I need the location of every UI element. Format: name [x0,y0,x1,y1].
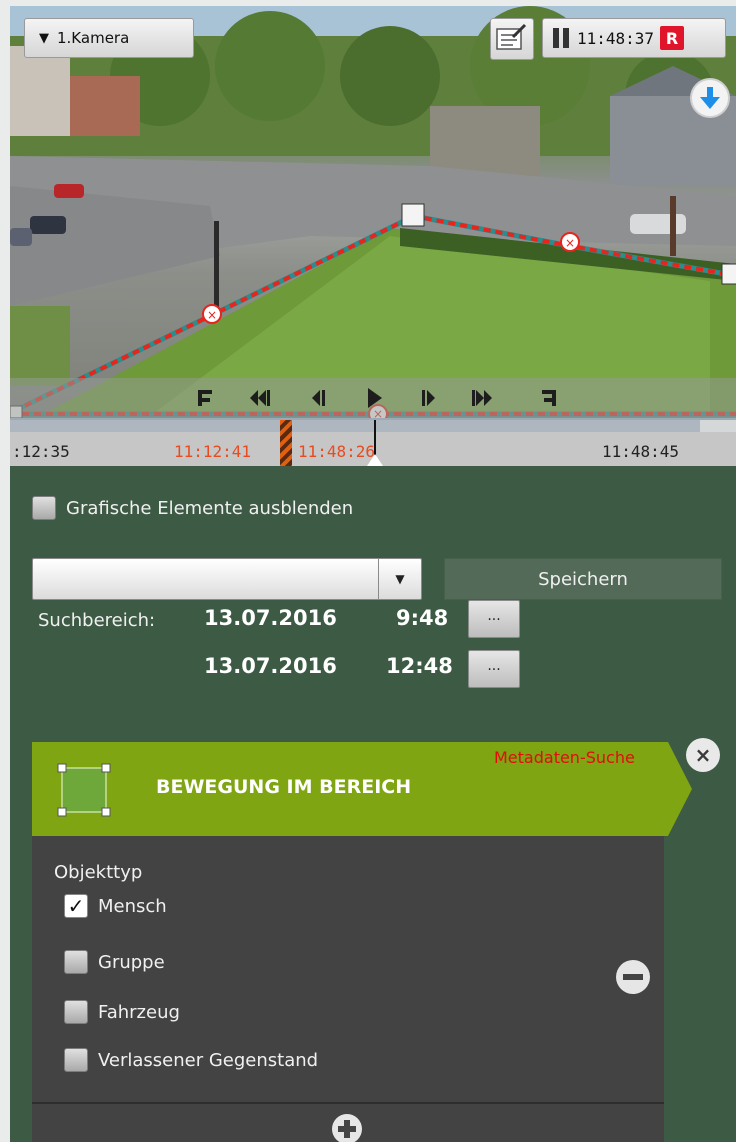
fast-forward-icon[interactable] [470,388,494,408]
camera-scene: × × × [10,6,736,418]
search-range-label: Suchbereich: [38,610,156,631]
timeline-label: 11:48:45 [602,442,680,461]
go-end-icon[interactable] [536,388,560,408]
close-filter-button[interactable]: × [686,738,720,772]
area-zone-icon [57,763,111,817]
edit-note-icon [496,23,527,50]
minus-icon [623,974,643,980]
preset-select[interactable]: ▼ [32,558,422,600]
timeline-label: :12:35 [12,442,70,461]
filter-title: BEWEGUNG IM BEREICH [156,776,412,798]
playback-time-button[interactable]: 11:48:37 R [542,18,726,58]
current-time: 11:48:37 [577,28,655,48]
timeline-cursor-handle[interactable] [367,454,383,466]
end-date: 13.07.2016 [204,654,337,678]
download-arrow-icon [700,87,720,109]
playback-controls [10,378,736,418]
plus-icon [338,1120,356,1138]
object-type-label-verlassener-gegenstand: Verlassener Gegenstand [98,1049,319,1071]
step-back-icon[interactable] [308,388,332,408]
timeline-range-marker[interactable] [280,420,292,466]
camera-app: × × × ▼ 1.Kamera 11:48:37 R [10,6,736,1142]
play-icon[interactable] [364,388,388,408]
pause-icon [553,28,569,48]
object-type-label-mensch: Mensch [98,895,167,917]
object-type-checkbox[interactable]: ✓ [64,894,88,918]
save-button[interactable]: Speichern [444,558,722,600]
object-type-label-gruppe: Gruppe [98,951,165,973]
record-badge: R [660,26,685,50]
timeline-track [10,420,736,432]
object-type-checkbox[interactable] [64,1048,88,1072]
start-time: 9:48 [396,606,449,630]
object-type-option[interactable]: Fahrzeug [64,1000,180,1024]
object-type-option[interactable]: Gruppe [64,950,165,974]
object-type-label-fahrzeug: Fahrzeug [98,1001,180,1023]
timeline-label: 11:12:41 [174,442,252,461]
go-start-icon[interactable] [196,388,220,408]
fast-rewind-icon[interactable] [248,388,272,408]
object-type-label: Objekttyp [54,862,143,883]
timeline-label: 11:48:26 [298,442,376,461]
edit-note-button[interactable] [490,18,534,60]
metadata-search-label: Metadaten-Suche [494,748,635,767]
hide-graphics-option[interactable]: Grafische Elemente ausblenden [32,496,353,520]
end-picker-button[interactable]: ... [468,650,520,688]
filter-card-header: BEWEGUNG IM BEREICH Metadaten-Suche [32,742,692,836]
step-forward-icon[interactable] [418,388,442,408]
close-icon: × [694,743,712,767]
camera-name: 1.Kamera [57,29,130,47]
hide-graphics-label: Grafische Elemente ausblenden [66,497,354,519]
timeline-cursor[interactable] [374,420,376,458]
dropdown-arrow-icon[interactable]: ▼ [378,559,421,599]
object-type-option[interactable]: ✓ Mensch [64,894,167,918]
camera-select-button[interactable]: ▼ 1.Kamera [24,18,194,58]
remove-condition-button[interactable] [616,960,650,994]
add-condition-button[interactable] [332,1114,362,1142]
object-type-checkbox[interactable] [64,950,88,974]
hide-graphics-checkbox[interactable] [32,496,56,520]
svg-text:×: × [565,236,575,250]
object-type-checkbox[interactable] [64,1000,88,1024]
download-button[interactable] [690,78,730,118]
start-picker-button[interactable]: ... [468,600,520,638]
start-date: 13.07.2016 [204,606,337,630]
end-time: 12:48 [386,654,453,678]
dropdown-arrow-icon: ▼ [39,30,49,46]
timeline[interactable]: :12:35 11:12:41 11:48:26 11:48:45 [10,418,736,466]
svg-text:×: × [207,308,217,322]
object-type-option[interactable]: Verlassener Gegenstand [64,1048,318,1072]
video-viewport[interactable]: × × × ▼ 1.Kamera 11:48:37 R [10,6,736,418]
